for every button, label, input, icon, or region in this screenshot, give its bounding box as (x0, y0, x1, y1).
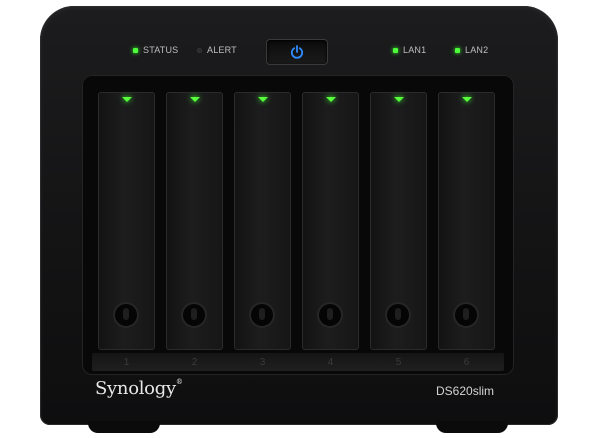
chassis-foot-right (436, 421, 508, 433)
power-icon (290, 45, 304, 59)
drive-3-led-icon (258, 97, 268, 102)
status-label: STATUS (143, 45, 179, 55)
drive-tray-6[interactable] (438, 92, 495, 350)
drive-2-led-icon (190, 97, 200, 102)
drive-4-lock-icon[interactable] (319, 304, 341, 326)
drive-5-lock-icon[interactable] (387, 304, 409, 326)
trademark-mark: ® (175, 378, 183, 386)
chassis-foot-left (88, 421, 160, 433)
brand-name: Synology (95, 378, 176, 399)
bay-number-3: 3 (259, 357, 266, 368)
drive-4-led-icon (326, 97, 336, 102)
bay-number-2: 2 (191, 357, 198, 368)
bay-number-6: 6 (463, 357, 470, 368)
lan2-led-icon (455, 47, 460, 53)
drive-tray-3[interactable] (234, 92, 291, 350)
drive-6-lock-icon[interactable] (455, 304, 477, 326)
drive-6-led-icon (462, 97, 472, 102)
alert-indicator: ALERT (197, 45, 237, 55)
drive-tray-4[interactable] (302, 92, 359, 350)
drive-3-lock-icon[interactable] (251, 304, 273, 326)
power-button[interactable] (266, 39, 328, 65)
drive-1-lock-icon[interactable] (115, 304, 137, 326)
model-name: DS620slim (436, 384, 495, 398)
drive-tray-1[interactable] (98, 92, 155, 350)
drive-1-led-icon (122, 97, 132, 102)
lan1-indicator: LAN1 (393, 45, 426, 55)
bay-number-5: 5 (395, 357, 402, 368)
lan2-indicator: LAN2 (455, 45, 488, 55)
alert-led-icon (197, 47, 202, 53)
lan2-label: LAN2 (465, 45, 489, 55)
drive-tray-5[interactable] (370, 92, 427, 350)
drive-2-lock-icon[interactable] (183, 304, 205, 326)
status-indicator: STATUS (133, 45, 178, 55)
bay-number-1: 1 (123, 357, 130, 368)
lan1-label: LAN1 (403, 45, 427, 55)
alert-label: ALERT (207, 45, 237, 55)
drive-5-led-icon (394, 97, 404, 102)
status-led-icon (133, 47, 138, 53)
bay-number-4: 4 (327, 357, 334, 368)
lan1-led-icon (393, 47, 398, 53)
drive-tray-2[interactable] (166, 92, 223, 350)
brand-logo: Synology® (95, 378, 183, 399)
